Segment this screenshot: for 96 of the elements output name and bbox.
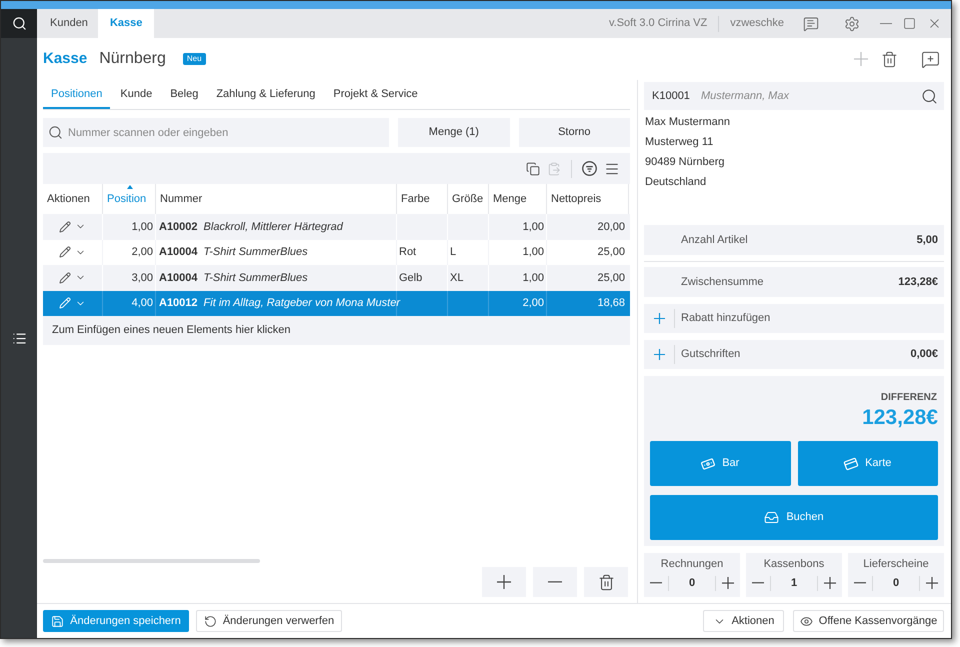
counter-label: Lieferscheine — [863, 557, 929, 571]
section-tab[interactable]: Beleg — [162, 81, 206, 109]
table-cell-text: 25,00 — [596, 270, 626, 286]
user-name: vzweschke — [730, 16, 784, 32]
trash-icon[interactable] — [881, 50, 898, 68]
article-number: A10012 — [159, 296, 198, 311]
actions-button[interactable]: Aktionen — [703, 610, 784, 632]
table-row[interactable]: 4,00 A10012 Fit im Alltag, Ratgeber von Mona Muster 2,00 18,68 — [43, 290, 630, 316]
table-row[interactable]: 1,00 A10002 Blackroll, Mittlerer Härtegrad 1,00 20,00 — [43, 214, 630, 240]
article-name: T-Shirt SummerBlues — [204, 270, 308, 286]
customer-number: K10001 — [652, 88, 690, 104]
settings-icon[interactable] — [844, 16, 860, 32]
comment-add-icon[interactable] — [921, 50, 940, 68]
article-name: T-Shirt SummerBlues — [204, 245, 308, 260]
open-transactions-button[interactable]: Offene Kassenvorgänge — [793, 610, 944, 632]
article-number: A10004 — [159, 270, 198, 286]
section-tab[interactable]: Kunde — [112, 81, 160, 109]
counter-label: Kassenbons — [764, 557, 824, 571]
trash-icon — [598, 574, 614, 590]
filter-icon[interactable] — [582, 161, 597, 176]
version-label: v.Soft 3.0 Cirrina VZ — [608, 16, 708, 32]
list-icon[interactable] — [12, 330, 26, 346]
add-row-button[interactable]: Rabatt hinzufügen — [644, 304, 944, 333]
table-cell-text: L — [450, 245, 456, 260]
plus-icon[interactable] — [926, 577, 938, 589]
table-cell-text: 25,00 — [596, 245, 626, 260]
minus-icon[interactable] — [854, 582, 866, 584]
counter-value: 0 — [688, 576, 696, 591]
counter-value: 0 — [892, 576, 900, 591]
maximize-icon[interactable] — [903, 17, 916, 30]
table-row[interactable]: 2,00 A10004 T-Shirt SummerBlues Rot L 1,00 25,00 — [43, 240, 630, 265]
article-number: A10004 — [159, 245, 198, 260]
difference-label: DIFFERENZ — [880, 391, 938, 404]
insert-row[interactable]: Zum Einfügen eines neuen Elements hier klicken — [43, 316, 630, 345]
pencil-icon[interactable] — [59, 246, 71, 258]
delete-row-button[interactable] — [584, 567, 628, 597]
add-row-button[interactable]: Gutschriften 0,00€ — [644, 340, 944, 369]
table-cell-text: Rot — [399, 245, 416, 260]
tray-icon — [764, 510, 780, 525]
minimize-icon[interactable] — [880, 22, 892, 24]
summary-value: 5,00 — [916, 232, 938, 248]
section-tab[interactable]: Positionen — [43, 81, 110, 109]
plus-icon[interactable] — [722, 577, 734, 589]
summary-label: Gutschriften — [681, 347, 740, 362]
customer-field[interactable]: K10001 Mustermann, Max — [644, 82, 944, 110]
action-button[interactable]: Storno — [518, 118, 630, 147]
plus-icon — [654, 349, 665, 360]
chat-icon[interactable] — [803, 16, 819, 32]
minus-icon[interactable] — [752, 582, 764, 584]
search-icon — [48, 125, 63, 140]
eye-icon — [800, 614, 813, 628]
plus-icon — [497, 575, 511, 589]
address-line: Max Mustermann — [644, 115, 731, 130]
difference-amount: 123,28€ — [862, 405, 938, 431]
summary-value: 123,28€ — [898, 274, 938, 290]
status-badge: Neu — [182, 53, 206, 65]
search-icon[interactable] — [12, 16, 26, 31]
action-button[interactable]: Menge (1) — [398, 118, 510, 147]
table-cell-text: 18,68 — [596, 296, 626, 311]
article-name: Blackroll, Mittlerer Härtegrad — [204, 220, 343, 234]
address-line: Deutschland — [644, 175, 708, 190]
app-tab[interactable]: Kasse — [98, 9, 154, 38]
search-field[interactable]: Nummer scannen oder eingeben — [43, 118, 390, 147]
app-tab[interactable]: Kunden — [40, 9, 98, 38]
save-icon — [51, 614, 64, 628]
table-cell-text: Gelb — [399, 270, 422, 286]
summary-label: Anzahl Artikel — [681, 232, 748, 248]
counter-value: 1 — [790, 576, 798, 591]
location-title: Nürnberg — [99, 49, 166, 69]
address-line: Musterweg 11 — [644, 135, 714, 150]
discard-button[interactable]: Änderungen verwerfen — [196, 610, 342, 632]
counter-label: Rechnungen — [660, 557, 724, 571]
summary-label: Zwischensumme — [681, 274, 764, 290]
minus-icon[interactable] — [650, 582, 662, 584]
customer-name: Mustermann, Max — [700, 88, 789, 104]
horizontal-scrollbar[interactable] — [43, 559, 260, 563]
undo-icon — [204, 614, 217, 628]
add-row-button[interactable] — [482, 567, 526, 597]
copy-icon[interactable] — [526, 162, 540, 176]
plus-icon — [654, 313, 665, 324]
article-name: Fit im Alltag, Ratgeber von Mona Muster — [204, 296, 400, 311]
table-cell-text: XL — [450, 270, 464, 286]
page-title: Kasse — [43, 48, 88, 69]
pencil-icon[interactable] — [59, 272, 71, 284]
summary-value: 0,00€ — [910, 347, 938, 362]
minus-icon — [548, 581, 562, 583]
plus-icon[interactable] — [824, 577, 836, 589]
table-row[interactable]: 3,00 A10004 T-Shirt SummerBlues Gelb XL 1,00 25,00 — [43, 265, 630, 290]
address-line: 90489 Nürnberg — [644, 155, 726, 170]
pencil-icon[interactable] — [59, 220, 71, 233]
summary-label: Rabatt hinzufügen — [681, 311, 770, 326]
section-tab[interactable]: Projekt & Service — [325, 81, 426, 109]
table-cell-text: 20,00 — [596, 220, 626, 234]
article-number: A10002 — [159, 220, 198, 234]
search-icon[interactable] — [921, 88, 938, 104]
section-tab[interactable]: Zahlung & Lieferung — [208, 81, 324, 109]
